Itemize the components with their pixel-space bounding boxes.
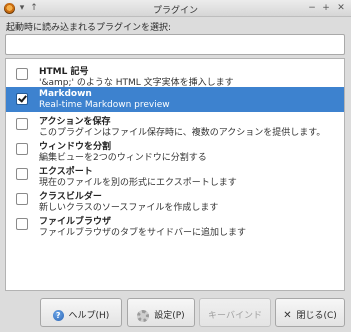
plugin-checkbox[interactable] [16, 68, 28, 80]
button-bar: ? ヘルプ(H) 設定(P) キーバインド ✕ 閉じる(C) [0, 296, 351, 332]
help-button[interactable]: ? ヘルプ(H) [40, 298, 122, 327]
settings-button-label: 設定(P) [154, 311, 185, 321]
plugin-row-html-entities[interactable]: HTML 記号 '&amp;' のような HTML 文字実体を挿入します [6, 62, 344, 88]
plugin-row-file-browser[interactable]: ファイルブラウザ ファイルブラウザのタブをサイドバーに追加します [6, 212, 344, 238]
title-bar: ▾ ↑ プラグイン − + ✕ [0, 0, 351, 17]
plugin-row-class-builder[interactable]: クラスビルダー 新しいクラスのソースファイルを作成します [6, 187, 344, 213]
close-icon: ✕ [283, 310, 292, 321]
gear-icon [137, 309, 150, 322]
settings-button[interactable]: 設定(P) [127, 298, 195, 327]
plugin-name: Markdown [39, 89, 92, 99]
close-button[interactable]: ✕ 閉じる(C) [275, 298, 345, 327]
plugin-description: ファイルブラウザのタブをサイドバーに追加します [39, 228, 247, 238]
plugin-description: Real-time Markdown preview [39, 100, 170, 110]
plugin-row-markdown[interactable]: Markdown Real-time Markdown preview [6, 87, 344, 112]
minimize-icon[interactable]: − [306, 2, 318, 14]
search-input[interactable] [5, 34, 345, 55]
keybind-button[interactable]: キーバインド [199, 298, 271, 327]
plugin-checkbox[interactable] [16, 118, 28, 130]
close-window-icon[interactable]: ✕ [335, 2, 347, 14]
maximize-icon[interactable]: + [320, 2, 332, 14]
plugin-row-split-window[interactable]: ウィンドウを分割 編集ビューを2つのウィンドウに分割する [6, 137, 344, 163]
plugin-row-export[interactable]: エクスポート 現在のファイルを別の形式にエクスポートします [6, 162, 344, 188]
help-button-label: ヘルプ(H) [68, 311, 110, 321]
plugin-list[interactable]: HTML 記号 '&amp;' のような HTML 文字実体を挿入します Mar… [5, 58, 345, 291]
plugin-checkbox[interactable] [16, 143, 28, 155]
instruction-label: 起動時に読み込まれるプラグインを選択: [6, 23, 172, 33]
keybind-button-label: キーバインド [208, 311, 262, 321]
close-button-label: 閉じる(C) [296, 311, 337, 321]
help-icon: ? [52, 310, 64, 321]
plugin-row-save-actions[interactable]: アクションを保存 このプラグインはファイル保存時に、複数のアクションを提供します… [6, 112, 344, 138]
plugin-checkbox[interactable] [16, 168, 28, 180]
plugin-checkbox[interactable] [16, 93, 28, 105]
checkmark-icon [18, 93, 27, 103]
plugin-checkbox[interactable] [16, 218, 28, 230]
window-title: プラグイン [152, 6, 198, 16]
plugin-checkbox[interactable] [16, 193, 28, 205]
